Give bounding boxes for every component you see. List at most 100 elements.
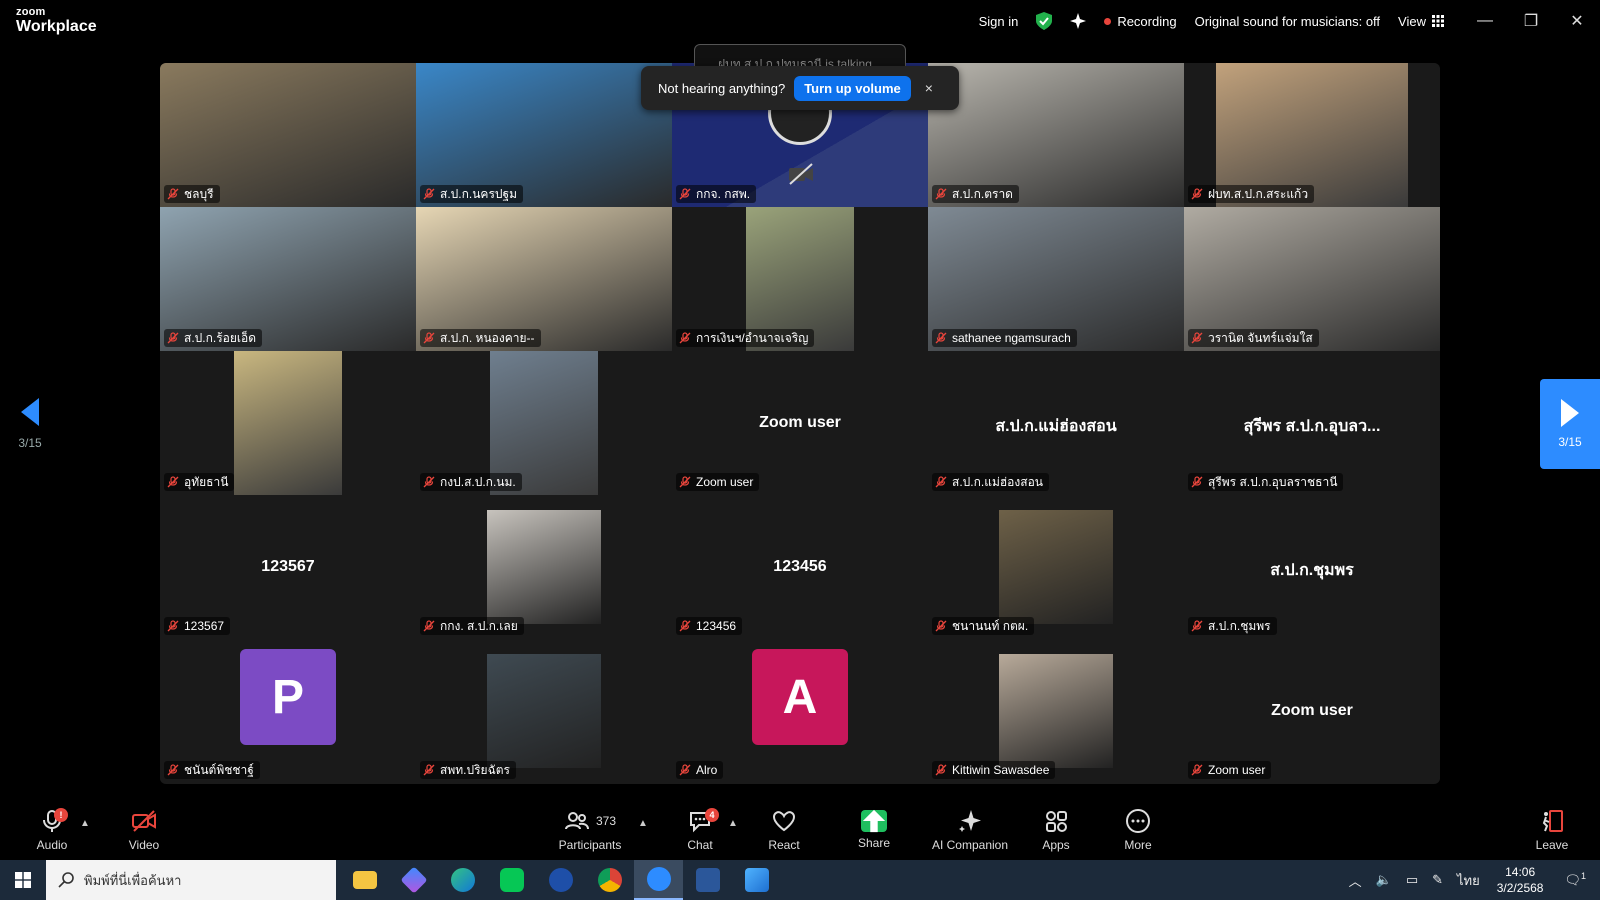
taskbar-clock[interactable]: 14:06 3/2/2568	[1497, 864, 1544, 896]
participant-tile[interactable]: ส.ป.ก.ตราด	[928, 63, 1184, 207]
title-bar: zoom Workplace Sign in Recording Origina…	[0, 0, 1600, 42]
participant-name: ส.ป.ก.ชุมพร	[1208, 618, 1271, 633]
chat-options-caret[interactable]: ▲	[728, 818, 738, 829]
notification-count: 1	[1580, 871, 1586, 882]
participant-tile[interactable]: ส.ป.ก.แม่ฮ่องสอน ส.ป.ก.แม่ฮ่องสอน	[928, 351, 1184, 495]
notification-icon[interactable]: 🗨1	[1564, 871, 1586, 888]
participant-name: สุรีพร ส.ป.ก.อุบลราชธานี	[1208, 474, 1338, 489]
participant-tile[interactable]: ฝบท.ส.ป.ก.สระแก้ว	[1184, 63, 1440, 207]
copilot-icon[interactable]	[389, 860, 438, 900]
restore-icon[interactable]: ❐	[1508, 0, 1554, 42]
participant-name: 123456	[696, 619, 737, 633]
ai-companion-button[interactable]: AI Companion	[928, 800, 1012, 860]
edge-icon[interactable]	[438, 860, 487, 900]
participant-name: Zoom user	[696, 475, 754, 489]
more-button[interactable]: More	[1118, 800, 1158, 860]
participant-name-tag: Zoom user	[1188, 761, 1272, 779]
participant-name: ชนานนท์ กตผ.	[952, 618, 1029, 633]
close-icon[interactable]: ✕	[1554, 0, 1600, 42]
mic-muted-icon	[167, 332, 179, 344]
participant-tile[interactable]: วรานิต จันทร์แจ่มใส	[1184, 207, 1440, 351]
windows-start-icon[interactable]	[0, 860, 46, 900]
participant-tile[interactable]: กกง. ส.ป.ก.เลย	[416, 495, 672, 639]
audio-button[interactable]: Audio	[32, 800, 72, 860]
zoom-icon[interactable]	[634, 860, 683, 900]
turn-up-volume-button[interactable]: Turn up volume	[794, 75, 911, 101]
participant-tile[interactable]: 123456 123456	[672, 495, 928, 639]
word-icon[interactable]	[683, 860, 732, 900]
participant-tile[interactable]: สพท.ปริยฉัตร	[416, 639, 672, 783]
chrome-icon[interactable]	[585, 860, 634, 900]
participant-name: ชลบุรี	[184, 186, 214, 201]
original-sound-status[interactable]: Original sound for musicians: off	[1195, 14, 1380, 29]
participant-name-tag: สุรีพร ส.ป.ก.อุบลราชธานี	[1188, 473, 1344, 491]
heart-icon	[772, 811, 796, 832]
video-off-icon	[132, 810, 156, 832]
toast-close-icon[interactable]: ×	[925, 80, 933, 96]
participant-name: กกจ. กสพ.	[696, 186, 751, 201]
participants-button[interactable]: 373 Participants	[556, 800, 624, 860]
participant-tile[interactable]: Kittiwin Sawasdee	[928, 639, 1184, 783]
previous-page-button[interactable]: 3/15	[0, 380, 60, 468]
next-page-button[interactable]: 3/15	[1540, 379, 1600, 469]
language-indicator[interactable]: ไทย	[1457, 870, 1480, 891]
photos-icon[interactable]	[732, 860, 781, 900]
participant-name: สพท.ปริยฉัตร	[440, 762, 510, 777]
participant-tile[interactable]: ส.ป.ก. หนองคาย--	[416, 207, 672, 351]
participant-name-tag: Alro	[676, 761, 724, 779]
line-icon[interactable]	[487, 860, 536, 900]
pen-icon[interactable]: ✎	[1432, 872, 1443, 888]
participant-tile[interactable]: Zoom user Zoom user	[672, 351, 928, 495]
participant-name-tag: 123456	[676, 617, 743, 635]
participant-tile[interactable]: sathanee ngamsurach	[928, 207, 1184, 351]
participant-tile[interactable]: สุรีพร ส.ป.ก.อุบลว... สุรีพร ส.ป.ก.อุบลรา…	[1184, 351, 1440, 495]
security-shield-icon[interactable]	[1036, 12, 1053, 30]
sparkle-icon[interactable]	[1070, 13, 1087, 29]
chevron-up-icon[interactable]: ︿	[1349, 871, 1362, 890]
word-alt-icon[interactable]	[536, 860, 585, 900]
recording-indicator[interactable]: Recording	[1104, 14, 1177, 29]
participant-tile[interactable]: การเงินฯ/อำนาจเจริญ	[672, 207, 928, 351]
mic-muted-icon	[1191, 188, 1203, 200]
network-icon[interactable]: ▭	[1406, 872, 1418, 888]
sign-in-button[interactable]: Sign in	[979, 14, 1019, 29]
participant-name-tag: วรานิต จันทร์แจ่มใส	[1188, 329, 1319, 347]
mic-muted-icon	[935, 476, 947, 488]
volume-icon[interactable]: 🔈	[1376, 872, 1392, 888]
participant-display-name: 123456	[773, 558, 827, 575]
participant-name-tag: sathanee ngamsurach	[932, 329, 1077, 347]
leave-button[interactable]: Leave	[1532, 800, 1572, 860]
avatar-initial: A	[752, 649, 848, 745]
participant-tile[interactable]: 123567 123567	[160, 495, 416, 639]
share-label: Share	[857, 836, 891, 850]
profile-photo	[487, 510, 601, 624]
view-label: View	[1398, 13, 1426, 29]
react-button[interactable]: React	[764, 800, 804, 860]
file-explorer-icon[interactable]	[340, 860, 389, 900]
mic-muted-icon	[167, 476, 179, 488]
audio-options-caret[interactable]: ▲	[80, 818, 90, 829]
participant-tile[interactable]: ชลบุรี	[160, 63, 416, 207]
minimize-icon[interactable]: —	[1462, 0, 1508, 42]
participant-tile[interactable]: Zoom user Zoom user	[1184, 639, 1440, 783]
apps-button[interactable]: Apps	[1036, 800, 1076, 860]
video-button[interactable]: Video	[124, 800, 164, 860]
participant-tile[interactable]: กงป.ส.ป.ก.นม.	[416, 351, 672, 495]
participant-tile[interactable]: อุทัยธานี	[160, 351, 416, 495]
video-label: Video	[128, 838, 160, 852]
participant-tile[interactable]: ส.ป.ก.ชุมพร ส.ป.ก.ชุมพร	[1184, 495, 1440, 639]
participant-video	[234, 351, 342, 495]
taskbar-search-input[interactable]: พิมพ์ที่นี่เพื่อค้นหา	[46, 860, 336, 900]
share-button[interactable]: Share	[854, 800, 894, 860]
participant-tile[interactable]: A Alro	[672, 639, 928, 783]
participant-name-tag: ส.ป.ก.แม่ฮ่องสอน	[932, 473, 1049, 491]
logo-line1: zoom	[16, 6, 46, 18]
participants-options-caret[interactable]: ▲	[638, 818, 648, 829]
participant-tile[interactable]: ส.ป.ก.นครปฐม	[416, 63, 672, 207]
participant-tile[interactable]: P ชนันต์พิชชาฐ์	[160, 639, 416, 783]
mic-muted-icon	[167, 620, 179, 632]
participant-tile[interactable]: ชนานนท์ กตผ.	[928, 495, 1184, 639]
participant-tile[interactable]: ส.ป.ก.ร้อยเอ็ด	[160, 207, 416, 351]
view-button[interactable]: View	[1398, 14, 1444, 29]
mic-muted-icon	[935, 188, 947, 200]
